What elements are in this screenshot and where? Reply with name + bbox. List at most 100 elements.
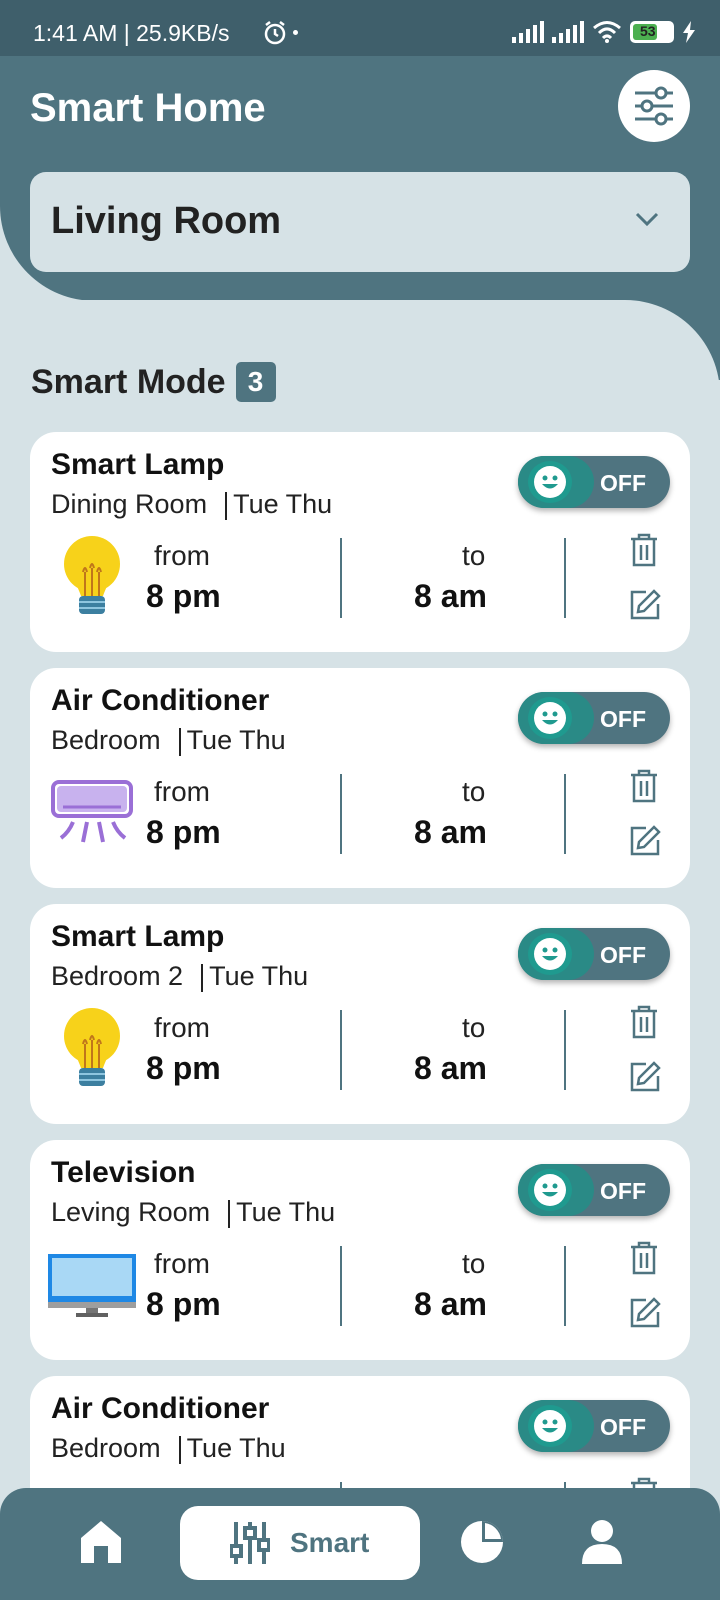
edit-button[interactable]	[628, 588, 662, 627]
trash-icon[interactable]	[628, 768, 660, 804]
separator	[228, 1199, 231, 1228]
lamp-icon	[44, 1004, 139, 1094]
toggle-knob	[528, 933, 572, 975]
to-time: 8 am	[414, 1286, 487, 1322]
device-room: Bedroom 2	[51, 961, 184, 991]
nav-smart-button[interactable]: Smart	[180, 1506, 420, 1580]
device-room: Bedroom	[51, 725, 161, 755]
from-label: from	[154, 1012, 210, 1043]
section-title: Smart Mode 3	[31, 362, 276, 402]
chevron-down-icon	[635, 212, 659, 227]
power-toggle[interactable]: OFF	[518, 928, 670, 980]
divider	[340, 774, 342, 854]
profile-icon[interactable]	[580, 1518, 624, 1566]
toggle-state: OFF	[600, 1414, 646, 1440]
separator	[178, 727, 181, 756]
television-icon	[44, 1240, 139, 1330]
device-room: Bedroom	[51, 1433, 161, 1463]
device-room: Leving Room	[51, 1197, 211, 1227]
power-toggle[interactable]: OFF	[518, 1400, 670, 1452]
to-label: to	[462, 1248, 486, 1279]
toggle-knob	[528, 1169, 572, 1211]
trash-icon[interactable]	[628, 1004, 660, 1040]
divider	[564, 1010, 566, 1090]
schedule-card[interactable]: Television Leving Room Tue Thu OFF from 8…	[30, 1140, 690, 1360]
device-location: Leving Room Tue Thu	[51, 1197, 335, 1228]
toggle-knob	[528, 697, 572, 739]
smiley-icon	[534, 466, 566, 498]
status-bar: 1:41 AM | 25.9KB/s 53	[0, 0, 720, 56]
delete-button[interactable]	[628, 1004, 660, 1045]
from-time: 8 pm	[146, 1286, 221, 1322]
device-location: Bedroom Tue Thu	[51, 725, 286, 756]
device-days: Tue Thu	[233, 489, 333, 519]
to-label: to	[462, 776, 486, 807]
separator	[201, 963, 204, 992]
to-label: to	[462, 540, 486, 571]
battery-icon: 53	[630, 21, 674, 43]
schedule-card[interactable]: Air Conditioner BedroomTue Thu OFF from …	[30, 668, 690, 888]
edit-button[interactable]	[628, 1060, 662, 1099]
from-time: 8 pm	[146, 578, 221, 614]
delete-button[interactable]	[628, 768, 660, 809]
bottom-nav: Smart	[0, 1488, 720, 1600]
power-toggle[interactable]: OFF	[518, 692, 670, 744]
smiley-icon	[534, 1410, 566, 1442]
device-location: Bedroom Tue Thu	[51, 1433, 286, 1464]
delete-button[interactable]	[628, 1240, 660, 1281]
alarm-icon	[264, 21, 286, 45]
device-room: Dining Room	[51, 489, 208, 519]
trash-icon[interactable]	[628, 1240, 660, 1276]
separator	[178, 1435, 181, 1464]
device-name: Smart Lamp	[51, 920, 225, 953]
sliders-icon	[635, 86, 673, 126]
device-location: Dining Room Tue Thu	[51, 489, 332, 520]
divider	[564, 774, 566, 854]
divider	[340, 1246, 342, 1326]
power-toggle[interactable]: OFF	[518, 456, 670, 508]
room-dropdown[interactable]: Living Room	[30, 172, 690, 272]
edit-icon[interactable]	[628, 588, 662, 622]
schedule-card[interactable]: Smart Lamp Dining Room Tue Thu OFF from 8…	[30, 432, 690, 652]
toggle-state: OFF	[600, 1178, 646, 1204]
trash-icon[interactable]	[628, 532, 660, 568]
device-name: Air Conditioner	[51, 684, 270, 717]
edit-button[interactable]	[628, 1296, 662, 1335]
pie-chart-icon[interactable]	[458, 1518, 506, 1566]
charging-icon	[683, 21, 695, 43]
equalizer-icon	[230, 1522, 270, 1564]
signal-icon-2	[552, 21, 584, 43]
toggle-state: OFF	[600, 470, 646, 496]
power-toggle[interactable]: OFF	[518, 1164, 670, 1216]
from-time: 8 pm	[146, 814, 221, 850]
toggle-state: OFF	[600, 706, 646, 732]
device-name: Air Conditioner	[51, 1392, 270, 1425]
schedule-card[interactable]: Smart Lamp Bedroom 2 Tue Thu OFF from 8 p…	[30, 904, 690, 1124]
home-icon[interactable]	[78, 1518, 124, 1566]
edit-icon[interactable]	[628, 1296, 662, 1330]
divider	[340, 538, 342, 618]
device-days: Tue Thu	[186, 1433, 286, 1463]
battery-level: 53	[640, 23, 656, 39]
to-time: 8 am	[414, 1050, 487, 1086]
divider	[340, 1010, 342, 1090]
count-badge: 3	[235, 362, 276, 402]
to-time: 8 am	[414, 578, 487, 614]
nav-smart-label: Smart	[290, 1527, 370, 1558]
toggle-knob	[528, 1405, 572, 1447]
filter-button[interactable]	[618, 70, 690, 142]
from-time: 8 pm	[146, 1050, 221, 1086]
delete-button[interactable]	[628, 532, 660, 573]
separator	[225, 491, 228, 520]
device-location: Bedroom 2 Tue Thu	[51, 961, 308, 992]
divider	[564, 1246, 566, 1326]
from-label: from	[154, 540, 210, 571]
device-name: Smart Lamp	[51, 448, 225, 481]
to-time: 8 am	[414, 814, 487, 850]
edit-icon[interactable]	[628, 824, 662, 858]
toggle-state: OFF	[600, 942, 646, 968]
device-days: Tue Thu	[236, 1197, 336, 1227]
edit-button[interactable]	[628, 824, 662, 863]
edit-icon[interactable]	[628, 1060, 662, 1094]
smiley-icon	[534, 938, 566, 970]
